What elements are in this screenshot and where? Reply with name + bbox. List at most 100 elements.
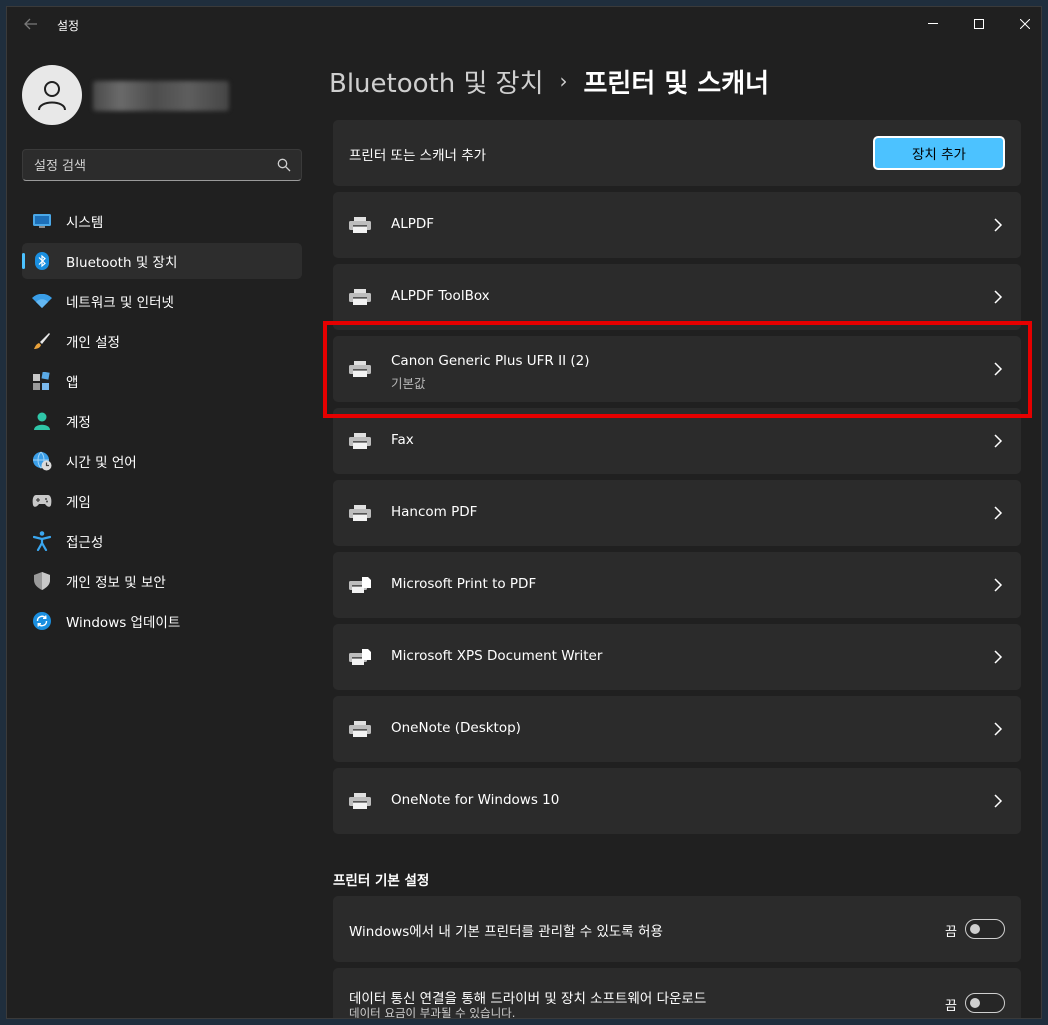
breadcrumb-parent[interactable]: Bluetooth 및 장치 <box>329 63 544 100</box>
search-box[interactable] <box>22 149 302 181</box>
settings-window: 설정 시스템 <box>6 6 1042 1019</box>
search-icon <box>277 158 291 172</box>
sidebar-item-label: 네트워크 및 인터넷 <box>66 295 174 311</box>
sidebar-item-network[interactable]: 네트워크 및 인터넷 <box>22 283 302 319</box>
toggle-state-label: 끔 <box>945 999 957 1014</box>
printer-row-microsoft-print-to-pdf[interactable]: Microsoft Print to PDF <box>333 552 1021 618</box>
toggle-knob <box>970 998 980 1008</box>
printer-icon <box>349 505 371 521</box>
user-name-blurred <box>93 81 229 111</box>
printer-name: ALPDF ToolBox <box>391 288 490 304</box>
person-icon <box>38 81 66 111</box>
sidebar-item-label: Bluetooth 및 장치 <box>66 255 178 271</box>
add-printer-card: 프린터 또는 스캐너 추가 장치 추가 <box>333 120 1021 186</box>
printer-name: OneNote (Desktop) <box>391 720 521 736</box>
sidebar-item-label: 접근성 <box>66 535 104 551</box>
printer-document-icon <box>349 577 371 593</box>
sidebar-item-label: 개인 설정 <box>66 335 120 351</box>
sidebar-item-label: 개인 정보 및 보안 <box>66 575 166 591</box>
sidebar-item-accessibility[interactable]: 접근성 <box>22 523 302 559</box>
sidebar-item-system[interactable]: 시스템 <box>22 203 302 239</box>
sidebar-item-label: Windows 업데이트 <box>66 615 181 631</box>
avatar[interactable] <box>22 65 82 125</box>
sidebar-item-gaming[interactable]: 게임 <box>22 483 302 519</box>
printer-icon <box>349 433 371 449</box>
sidebar-item-label: 시간 및 언어 <box>66 455 137 471</box>
chevron-right-icon <box>994 290 1003 304</box>
printer-row-hancom-pdf[interactable]: Hancom PDF <box>333 480 1021 546</box>
chevron-right-icon <box>994 650 1003 664</box>
printer-icon <box>349 793 371 809</box>
accessibility-icon <box>32 531 52 551</box>
wifi-icon <box>32 291 52 311</box>
printer-name: Canon Generic Plus UFR II (2) <box>391 353 590 369</box>
title-bar: 설정 <box>7 7 1041 41</box>
breadcrumb-separator: › <box>559 69 568 93</box>
maximize-button[interactable] <box>956 7 1002 41</box>
printer-row-onenote-windows10[interactable]: OneNote for Windows 10 <box>333 768 1021 834</box>
minimize-button[interactable] <box>910 7 956 41</box>
update-icon <box>32 611 52 631</box>
sidebar-item-personalization[interactable]: 개인 설정 <box>22 323 302 359</box>
back-button[interactable] <box>17 15 45 35</box>
sidebar-item-windows-update[interactable]: Windows 업데이트 <box>22 603 302 639</box>
chevron-right-icon <box>994 722 1003 736</box>
printer-name: ALPDF <box>391 216 435 232</box>
bluetooth-icon <box>32 251 52 271</box>
sidebar-item-bluetooth[interactable]: Bluetooth 및 장치 <box>22 243 302 279</box>
maximize-icon <box>974 19 984 29</box>
add-device-button[interactable]: 장치 추가 <box>873 136 1005 170</box>
gamepad-icon <box>32 491 52 511</box>
sidebar-item-time-language[interactable]: 시간 및 언어 <box>22 443 302 479</box>
sidebar-item-label: 앱 <box>66 375 79 391</box>
chevron-right-icon <box>994 794 1003 808</box>
sidebar-item-accounts[interactable]: 계정 <box>22 403 302 439</box>
printer-row-alpdf[interactable]: ALPDF <box>333 192 1021 258</box>
printer-name: OneNote for Windows 10 <box>391 792 560 808</box>
sidebar-item-label: 계정 <box>66 415 91 431</box>
printer-name: Microsoft XPS Document Writer <box>391 648 603 664</box>
printer-row-onenote-desktop[interactable]: OneNote (Desktop) <box>333 696 1021 762</box>
printer-icon <box>349 289 371 305</box>
close-icon <box>1020 19 1030 29</box>
minimize-icon <box>928 23 938 24</box>
search-input[interactable] <box>34 156 274 176</box>
printer-icon <box>349 217 371 233</box>
chevron-right-icon <box>994 218 1003 232</box>
printer-name: Microsoft Print to PDF <box>391 576 537 592</box>
monitor-icon <box>32 211 52 231</box>
default-printer-label: 기본값 <box>391 376 426 391</box>
chevron-right-icon <box>994 434 1003 448</box>
metered-download-toggle[interactable] <box>965 993 1005 1013</box>
printer-name: Fax <box>391 432 414 448</box>
manage-default-printer-label: Windows에서 내 기본 프린터를 관리할 수 있도록 허용 <box>349 924 663 940</box>
chevron-right-icon <box>994 362 1003 376</box>
printer-preferences-heading: 프린터 기본 설정 <box>333 873 430 889</box>
sidebar-item-apps[interactable]: 앱 <box>22 363 302 399</box>
app-title: 설정 <box>57 19 80 33</box>
shield-icon <box>32 571 52 591</box>
printer-row-alpdf-toolbox[interactable]: ALPDF ToolBox <box>333 264 1021 330</box>
toggle-state-label: 끔 <box>945 925 957 940</box>
printer-icon <box>349 361 371 377</box>
sidebar-nav: 시스템 Bluetooth 및 장치 네트워크 및 인터넷 개인 설정 앱 계정… <box>22 203 302 643</box>
printer-document-icon <box>349 649 371 665</box>
printer-row-fax[interactable]: Fax <box>333 408 1021 474</box>
chevron-right-icon <box>994 506 1003 520</box>
add-printer-label: 프린터 또는 스캐너 추가 <box>349 148 487 164</box>
globe-clock-icon <box>32 451 52 471</box>
breadcrumb: Bluetooth 및 장치 › 프린터 및 스캐너 <box>329 63 769 99</box>
brush-icon <box>32 331 52 351</box>
manage-default-printer-toggle[interactable] <box>965 919 1005 939</box>
printer-row-canon[interactable]: Canon Generic Plus UFR II (2) 기본값 <box>333 336 1021 402</box>
close-button[interactable] <box>1002 7 1041 41</box>
printer-row-microsoft-xps-writer[interactable]: Microsoft XPS Document Writer <box>333 624 1021 690</box>
page-title: 프린터 및 스캐너 <box>583 68 770 99</box>
metered-download-card: 데이터 통신 연결을 통해 드라이버 및 장치 소프트웨어 다운로드 데이터 요… <box>333 968 1021 1018</box>
sidebar-item-privacy-security[interactable]: 개인 정보 및 보안 <box>22 563 302 599</box>
account-icon <box>32 411 52 431</box>
chevron-right-icon <box>994 578 1003 592</box>
printer-name: Hancom PDF <box>391 504 478 520</box>
arrow-left-icon <box>24 18 37 30</box>
sidebar-item-label: 시스템 <box>66 215 104 231</box>
